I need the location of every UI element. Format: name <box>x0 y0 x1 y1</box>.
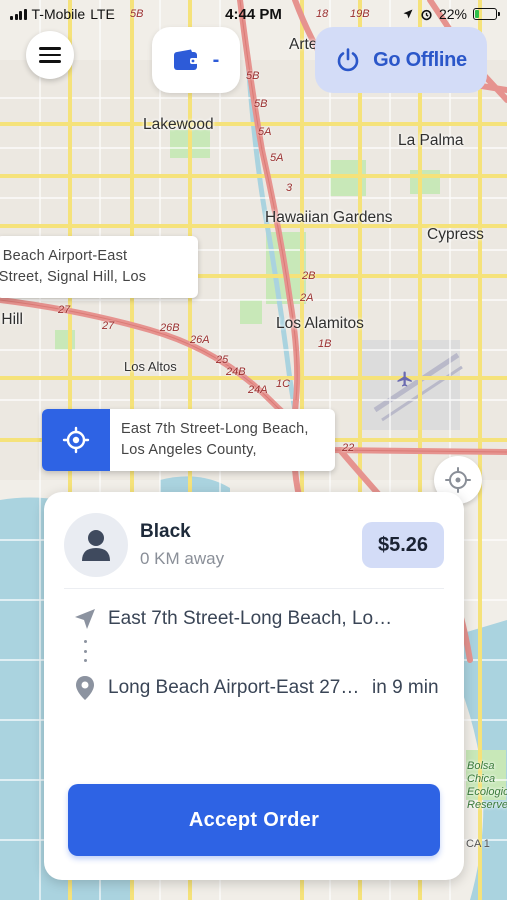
road-shield: 24B <box>226 366 246 378</box>
go-offline-label: Go Offline <box>373 48 467 71</box>
road-shield: 5B <box>254 98 268 110</box>
road-shield: 2A <box>300 292 314 304</box>
alarm-icon <box>421 9 432 20</box>
cell-signal-icon <box>10 8 27 20</box>
road-shield: 25 <box>216 354 229 366</box>
hamburger-icon <box>39 47 61 63</box>
wallet-button[interactable]: - <box>152 27 240 93</box>
road-shield: 5A <box>258 126 272 138</box>
road-shield: 1B <box>318 338 332 350</box>
user-icon <box>82 530 110 561</box>
location-arrow-icon <box>403 9 413 19</box>
rider-distance: 0 KM away <box>140 549 225 568</box>
dropoff-marker-callout[interactable]: ng Beach Airport-East th Street, Signal … <box>0 236 198 298</box>
map-label-la-palma: La Palma <box>398 132 464 149</box>
map-pin-icon <box>72 675 98 701</box>
my-location-icon <box>445 467 471 493</box>
map-label-lakewood: Lakewood <box>143 116 214 133</box>
road-shield: 26A <box>190 334 210 346</box>
route-connector-dots <box>83 640 87 662</box>
road-shield: 27 <box>58 304 71 316</box>
pickup-marker-callout[interactable]: East 7th Street-Long Beach, Los Angeles … <box>42 409 335 471</box>
road-shield: 27 <box>102 320 115 332</box>
avatar <box>64 513 128 577</box>
network-type: LTE <box>90 6 115 22</box>
pickup-callout-line2: Los Angeles County, <box>121 442 257 458</box>
map-label-los-alamitos: Los Alamitos <box>276 315 364 332</box>
pickup-marker <box>42 409 110 471</box>
road-shield: 3 <box>286 182 293 194</box>
map-label-park: Bolsa Chica Ecological Reserve <box>467 760 507 811</box>
road-shield: 26B <box>160 322 180 334</box>
eta-text: in 9 min <box>372 677 439 698</box>
status-bar: T-Mobile LTE 4:44 PM 22% <box>0 0 507 28</box>
pickup-callout-line1: East 7th Street-Long Beach, <box>121 421 309 437</box>
fare-badge: $5.26 <box>362 522 444 568</box>
wallet-balance: - <box>212 48 220 71</box>
road-shield: 5B <box>246 70 260 82</box>
pickup-row: East 7th Street-Long Beach, Los Angeles … <box>72 606 444 632</box>
accept-order-button[interactable]: Accept Order <box>68 784 440 856</box>
road-shield: 1C <box>276 378 291 390</box>
rider-name: Black <box>140 521 191 542</box>
power-icon <box>337 48 359 72</box>
battery-level <box>475 10 480 18</box>
dropoff-row: Long Beach Airport-East 27th Street, Sig… <box>72 675 444 701</box>
pickup-address: East 7th Street-Long Beach, Los Angeles … <box>108 608 400 629</box>
wallet-icon <box>173 49 198 70</box>
dropoff-callout-line1: ng Beach Airport-East <box>0 248 128 264</box>
road-shield: 22 <box>342 442 355 454</box>
clock: 4:44 PM <box>225 5 282 23</box>
map-label-los-altos: Los Altos <box>124 359 177 374</box>
road-shield: CA 1 <box>466 838 490 850</box>
road-shield: 5A <box>270 152 284 164</box>
map-label-signal-hill: Signal Hill <box>0 311 23 328</box>
menu-button[interactable] <box>26 31 74 79</box>
road-shield: 24A <box>248 384 268 396</box>
dropoff-callout-line2: th Street, Signal Hill, Los <box>0 269 147 285</box>
map-label-cypress: Cypress <box>427 226 484 243</box>
battery-percent: 22% <box>438 6 467 22</box>
battery-icon <box>473 8 500 20</box>
order-request-card: Black 0 KM away $5.26 East 7th Street-Lo… <box>44 492 464 880</box>
dropoff-address: Long Beach Airport-East 27th Street, Sig… <box>108 677 364 698</box>
map-label-hawaiian-gardens: Hawaiian Gardens <box>265 209 393 226</box>
rider-header: Black 0 KM away $5.26 <box>64 512 444 578</box>
divider <box>64 588 444 589</box>
navigation-arrow-icon <box>72 606 98 632</box>
road-shield: 2B <box>302 270 316 282</box>
go-offline-button[interactable]: Go Offline <box>315 27 487 93</box>
crosshair-icon <box>62 426 90 454</box>
carrier-name: T-Mobile <box>31 6 86 22</box>
airport-icon <box>397 371 412 387</box>
